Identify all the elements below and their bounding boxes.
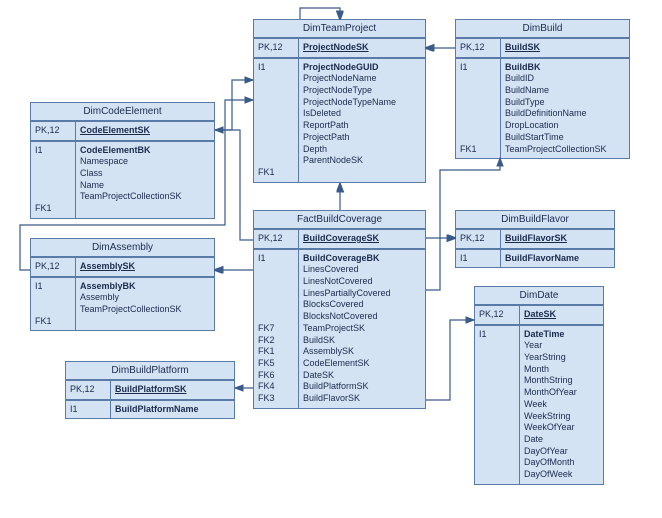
entity-dim-date: DimDate PK,12 DateSK I1 DateTime Year Ye… [474, 286, 604, 485]
entity-dim-assembly: DimAssembly PK,12 AssemblySK I1 FK1 Asse… [30, 238, 215, 331]
key-col: I1 FK1 [254, 59, 299, 182]
entity-title: DimAssembly [31, 239, 214, 258]
entity-dim-build: DimBuild PK,12 BuildSK I1 FK1 BuildBK Bu… [455, 19, 630, 159]
entity-dim-build-platform: DimBuildPlatform PK,12 BuildPlatformSK I… [65, 361, 235, 419]
entity-fact-build-coverage: FactBuildCoverage PK,12 BuildCoverageSK … [253, 210, 426, 409]
entity-title: DimBuildPlatform [66, 362, 234, 381]
entity-title: FactBuildCoverage [254, 211, 425, 230]
entity-title: DimCodeElement [31, 103, 214, 122]
attr-col: ProjectNodeSK [299, 39, 425, 57]
attr-col: ProjectNodeGUID ProjectNodeName ProjectN… [299, 59, 425, 182]
entity-dim-build-flavor: DimBuildFlavor PK,12 BuildFlavorSK I1 Bu… [455, 210, 615, 268]
entity-title: DimDate [475, 287, 603, 306]
entity-dim-team-project: DimTeamProject PK,12 ProjectNodeSK I1 FK… [253, 19, 426, 183]
entity-dim-code-element: DimCodeElement PK,12 CodeElementSK I1 FK… [30, 102, 215, 219]
entity-title: DimBuildFlavor [456, 211, 614, 230]
entity-title: DimBuild [456, 20, 629, 39]
key-col: PK,12 [254, 39, 299, 57]
entity-title: DimTeamProject [254, 20, 425, 39]
pk-row: PK,12 ProjectNodeSK [254, 39, 425, 59]
body-row: I1 FK1 ProjectNodeGUID ProjectNodeName P… [254, 59, 425, 182]
